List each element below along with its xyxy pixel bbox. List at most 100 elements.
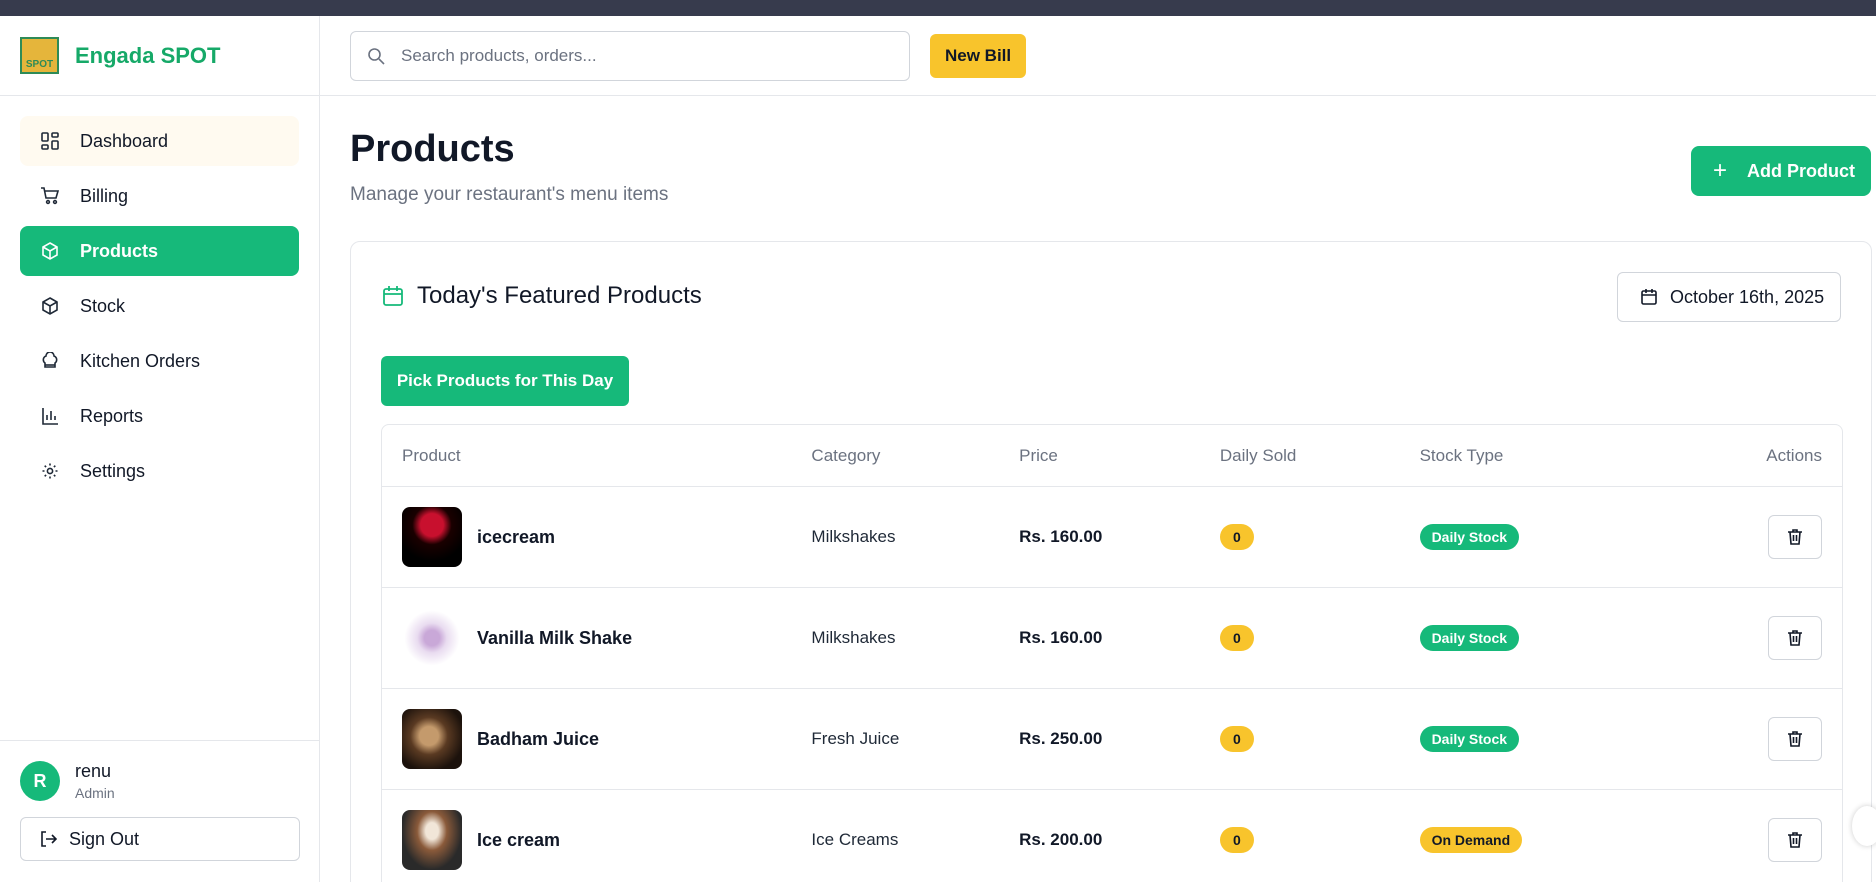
page-title: Products xyxy=(350,128,515,170)
daily-sold-cell: 0 xyxy=(1219,827,1420,853)
actions-cell xyxy=(1719,616,1842,660)
sidebar-item-label: Settings xyxy=(80,460,146,481)
pick-products-button[interactable]: Pick Products for This Day xyxy=(381,356,629,406)
box-icon xyxy=(40,296,60,316)
stock-type-badge: On Demand xyxy=(1419,827,1523,853)
page-subtitle: Manage your restaurant's menu items xyxy=(350,184,669,205)
daily-sold-badge: 0 xyxy=(1219,827,1254,853)
table-header: Product Category Price Daily Sold Stock … xyxy=(382,425,1842,487)
sign-out-button[interactable]: Sign Out xyxy=(20,817,300,861)
featured-products-table: Product Category Price Daily Sold Stock … xyxy=(381,424,1843,882)
product-thumbnail xyxy=(402,709,462,769)
stock-type-cell: Daily Stock xyxy=(1419,524,1720,550)
sidebar-item-settings[interactable]: Settings xyxy=(20,446,299,496)
stock-type-badge: Daily Stock xyxy=(1419,524,1520,550)
main-content: Products Manage your restaurant's menu i… xyxy=(350,96,1876,882)
gear-icon xyxy=(40,461,60,481)
featured-products-card: Today's Featured Products October 16th, … xyxy=(350,241,1872,882)
box-icon xyxy=(40,241,60,261)
sidebar: SPOT Engada SPOT Dashboard Billing Produ… xyxy=(0,16,320,882)
stock-type-badge: Daily Stock xyxy=(1419,625,1520,651)
sidebar-item-billing[interactable]: Billing xyxy=(20,171,299,221)
table-row: Ice cream Ice Creams Rs. 200.00 0 On Dem… xyxy=(382,790,1842,882)
product-cell: Badham Juice xyxy=(382,709,811,769)
floating-assistant-button[interactable] xyxy=(1852,806,1876,846)
sign-out-icon xyxy=(39,830,57,848)
daily-sold-cell: 0 xyxy=(1219,524,1420,550)
column-header-product[interactable]: Product xyxy=(382,446,811,466)
product-cell: Vanilla Milk Shake xyxy=(382,608,811,668)
user-info: renu Admin xyxy=(75,761,115,801)
product-thumbnail xyxy=(402,608,462,668)
sign-out-label: Sign Out xyxy=(69,828,140,849)
date-picker-button[interactable]: October 16th, 2025 xyxy=(1617,272,1841,322)
sidebar-item-label: Stock xyxy=(80,295,126,316)
column-header-stock-type[interactable]: Stock Type xyxy=(1420,446,1720,466)
add-product-label: Add Product xyxy=(1747,160,1856,181)
delete-button[interactable] xyxy=(1768,616,1822,660)
delete-button[interactable] xyxy=(1768,818,1822,862)
sidebar-item-dashboard[interactable]: Dashboard xyxy=(20,116,299,166)
price-cell: Rs. 160.00 xyxy=(1019,527,1103,546)
daily-sold-badge: 0 xyxy=(1219,524,1254,550)
delete-button[interactable] xyxy=(1768,515,1822,559)
sidebar-item-products[interactable]: Products xyxy=(20,226,299,276)
product-name: icecream xyxy=(477,526,556,547)
column-header-price[interactable]: Price xyxy=(1019,446,1220,466)
sidebar-item-label: Billing xyxy=(80,185,129,206)
price-cell: Rs. 200.00 xyxy=(1019,830,1103,849)
sidebar-item-label: Reports xyxy=(80,405,144,426)
product-name: Vanilla Milk Shake xyxy=(477,627,633,648)
daily-sold-cell: 0 xyxy=(1219,726,1420,752)
search-icon xyxy=(367,47,385,65)
category-cell: Ice Creams xyxy=(811,830,899,849)
brand[interactable]: SPOT Engada SPOT xyxy=(0,16,319,96)
calendar-icon xyxy=(381,284,405,308)
delete-button[interactable] xyxy=(1768,717,1822,761)
sidebar-nav: Dashboard Billing Products Stock Kitchen… xyxy=(0,96,319,496)
column-header-category[interactable]: Category xyxy=(811,446,1019,466)
cart-icon xyxy=(40,186,60,206)
sidebar-item-stock[interactable]: Stock xyxy=(20,281,299,331)
trash-icon xyxy=(1788,630,1802,646)
brand-logo: SPOT xyxy=(20,37,59,74)
actions-cell xyxy=(1719,818,1842,862)
sidebar-footer: R renu Admin Sign Out xyxy=(0,740,320,882)
user-profile: R renu Admin xyxy=(20,761,300,801)
brand-name: Engada SPOT xyxy=(75,42,221,68)
plus-icon: + xyxy=(1713,157,1728,184)
stock-type-badge: Daily Stock xyxy=(1419,726,1520,752)
stock-type-cell: On Demand xyxy=(1419,827,1720,853)
user-role: Admin xyxy=(75,785,115,801)
bar-chart-icon xyxy=(40,406,60,426)
trash-icon xyxy=(1788,832,1802,848)
search-input[interactable] xyxy=(401,45,881,66)
stock-type-cell: Daily Stock xyxy=(1419,726,1720,752)
category-cell: Milkshakes xyxy=(811,527,896,546)
avatar: R xyxy=(20,761,60,801)
product-name: Badham Juice xyxy=(477,728,600,749)
table-row: Vanilla Milk Shake Milkshakes Rs. 160.00… xyxy=(382,588,1842,689)
column-header-actions: Actions xyxy=(1766,445,1822,465)
user-name: renu xyxy=(75,761,112,781)
product-cell: icecream xyxy=(382,507,811,567)
trash-icon xyxy=(1788,731,1802,747)
product-thumbnail xyxy=(402,810,462,870)
search-box[interactable] xyxy=(350,30,910,81)
sidebar-item-reports[interactable]: Reports xyxy=(20,391,299,441)
actions-cell xyxy=(1719,515,1842,559)
window-top-strip xyxy=(0,0,1876,16)
featured-products-heading: Today's Featured Products xyxy=(381,282,702,310)
sidebar-item-kitchen-orders[interactable]: Kitchen Orders xyxy=(20,336,299,386)
daily-sold-badge: 0 xyxy=(1219,625,1254,651)
daily-sold-badge: 0 xyxy=(1219,726,1254,752)
price-cell: Rs. 250.00 xyxy=(1019,729,1103,748)
brand-logo-text: SPOT xyxy=(25,59,54,70)
top-header: New Bill xyxy=(320,16,1876,96)
new-bill-button[interactable]: New Bill xyxy=(930,33,1027,78)
column-header-daily-sold[interactable]: Daily Sold xyxy=(1220,446,1420,466)
stock-type-cell: Daily Stock xyxy=(1419,625,1720,651)
add-product-button[interactable]: + Add Product xyxy=(1691,146,1871,196)
category-cell: Fresh Juice xyxy=(811,729,900,748)
sidebar-item-label: Products xyxy=(80,240,159,261)
